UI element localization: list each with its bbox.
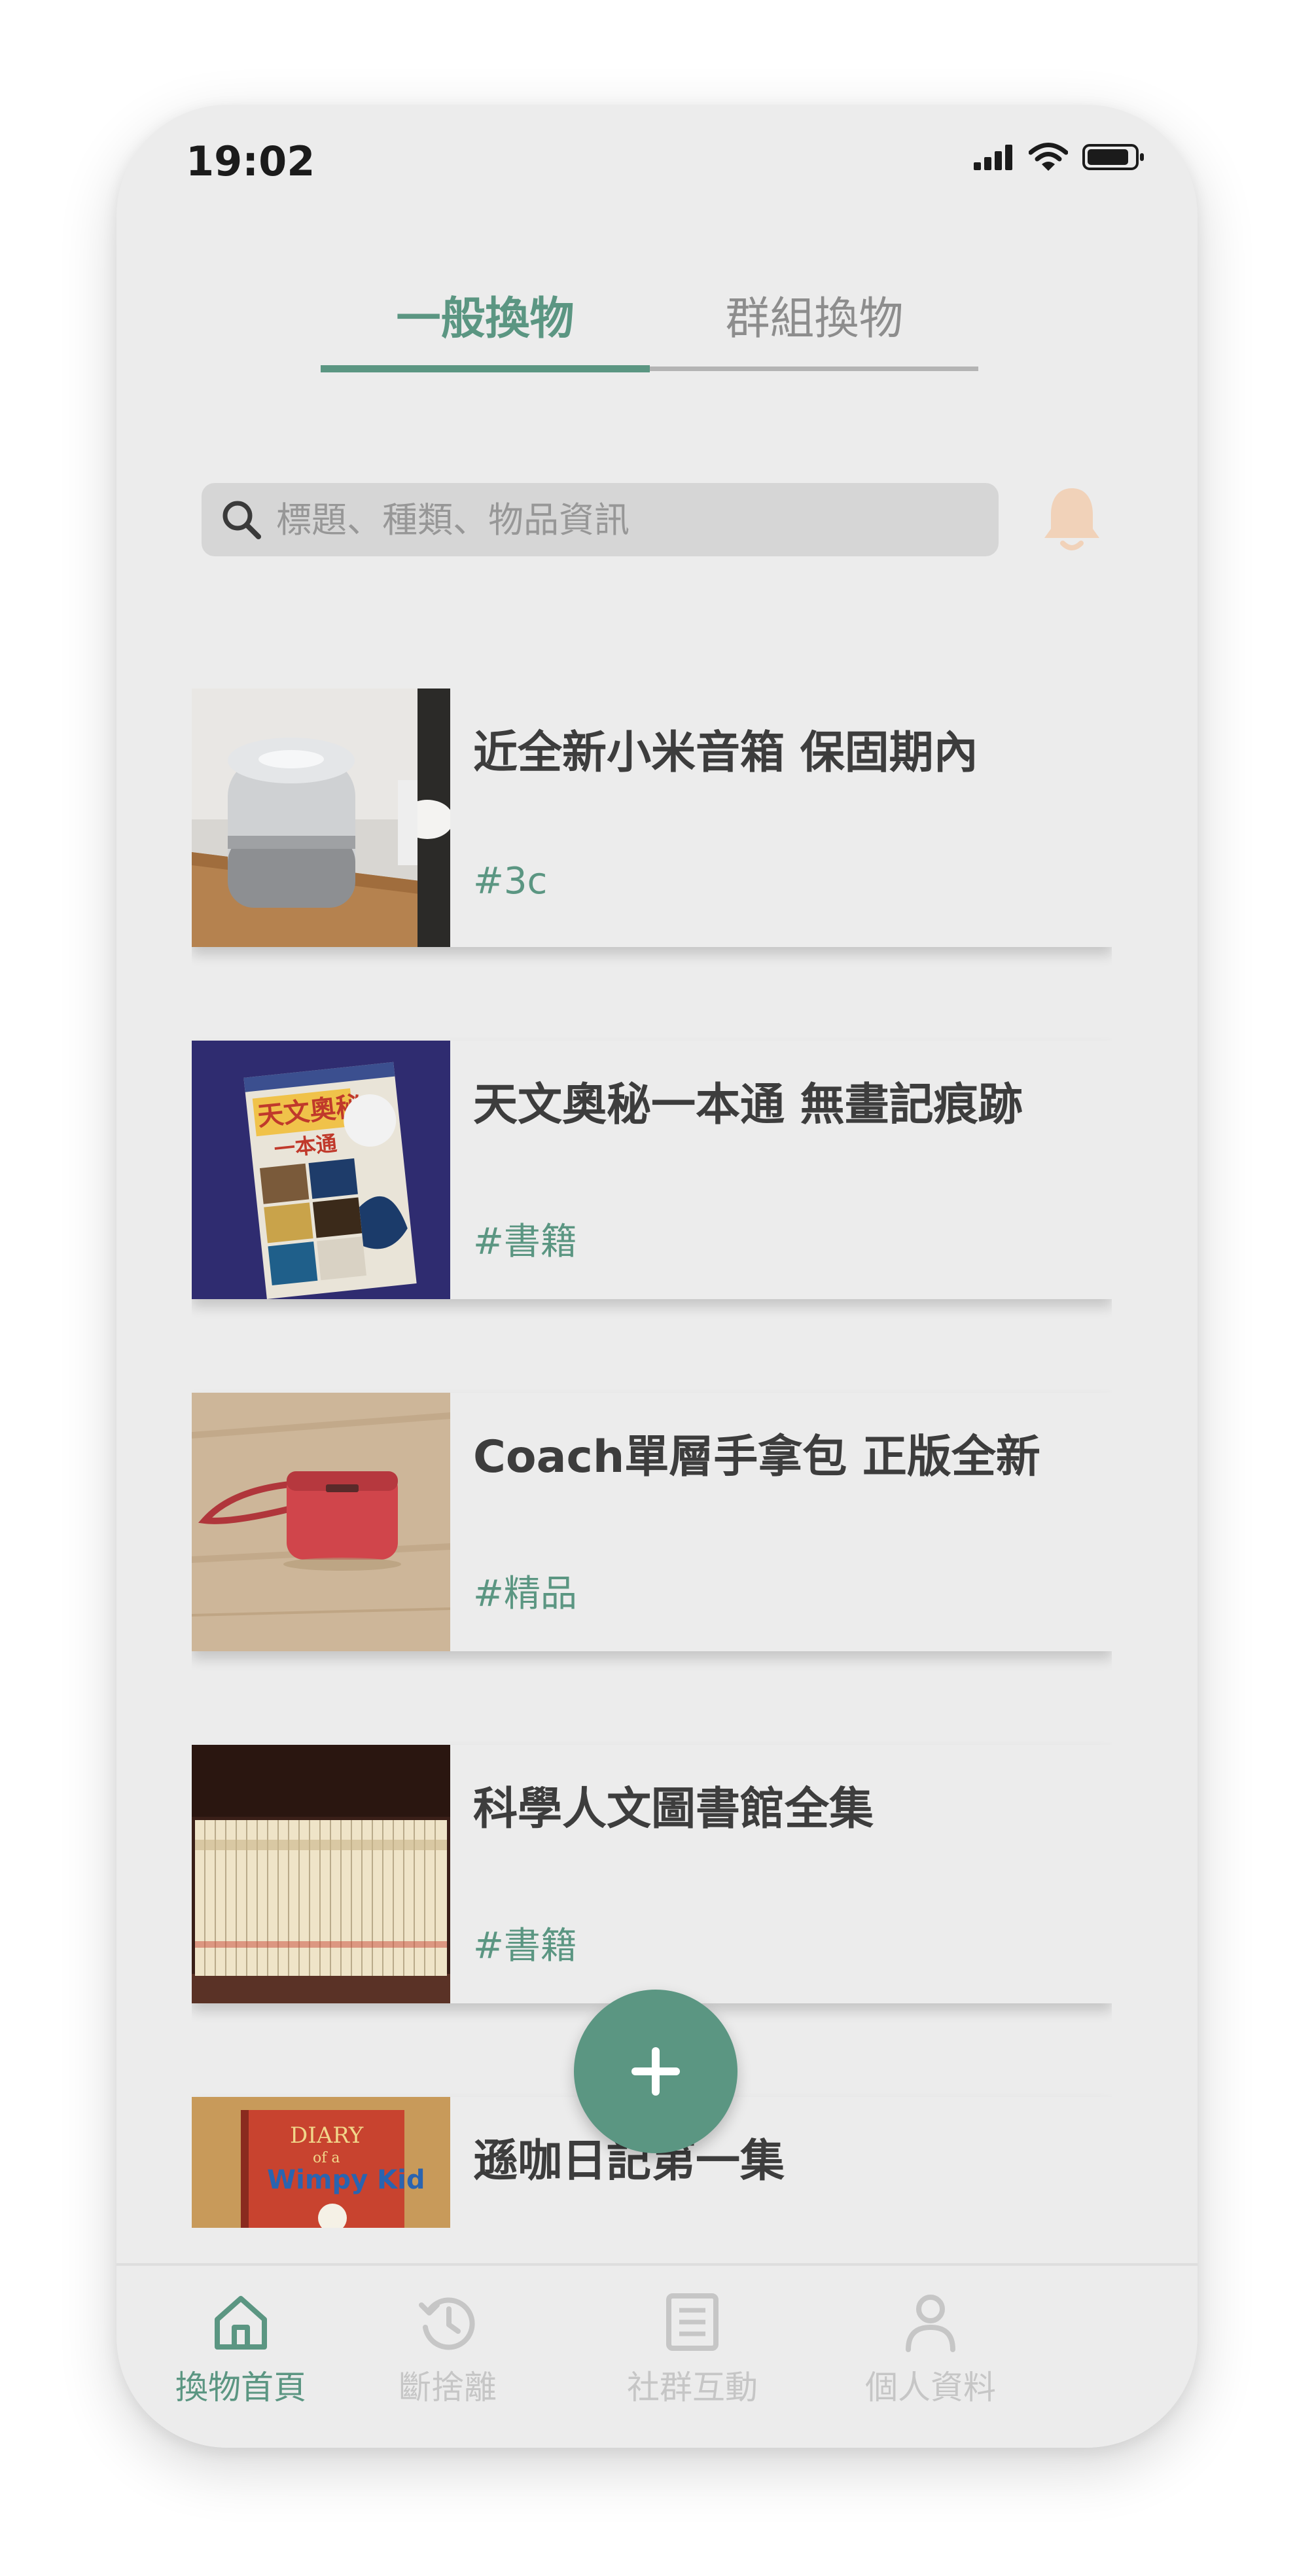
nav-home[interactable]: 換物首頁 bbox=[143, 2291, 339, 2408]
item-thumbnail-astronomy-book: 天文奧秘 一本通 bbox=[192, 1041, 450, 1299]
nav-declutter-label: 斷捨離 bbox=[399, 2369, 497, 2406]
document-icon bbox=[666, 2293, 719, 2351]
item-tag: #精品 bbox=[473, 1573, 577, 1615]
bottom-nav: 換物首頁 斷捨離 社群互動 個人資料 bbox=[116, 2263, 1198, 2448]
tab-group-exchange[interactable]: 群組換物 bbox=[650, 287, 979, 359]
item-title: 近全新小米音箱 保固期內 bbox=[473, 727, 978, 779]
item-card[interactable]: 近全新小米音箱 保固期內 #3c bbox=[192, 689, 1112, 947]
nav-profile[interactable]: 個人資料 bbox=[832, 2291, 1029, 2408]
book-cover-line3: Wimpy Kid bbox=[267, 2165, 425, 2195]
signal-icon bbox=[974, 145, 1012, 170]
tab-bar: 一般換物 群組換物 bbox=[321, 287, 978, 362]
status-time: 19:02 bbox=[186, 137, 315, 185]
phone-screen: 19:02 一般換物 群組換物 標題、種類、物品資訊 近全新小米音箱 保固期內 … bbox=[116, 105, 1198, 2448]
item-title: Coach單層手拿包 正版全新 bbox=[473, 1431, 1040, 1483]
nav-home-label: 換物首頁 bbox=[175, 2369, 306, 2406]
wifi-icon bbox=[1029, 143, 1068, 171]
item-card[interactable]: 天文奧秘 一本通 天文奧秘一本通 無畫記痕跡 #書籍 bbox=[192, 1041, 1112, 1299]
nav-profile-label: 個人資料 bbox=[865, 2369, 996, 2406]
bell-icon[interactable] bbox=[1038, 483, 1106, 555]
item-thumbnail-wimpy-kid: DIARY of a Wimpy Kid bbox=[192, 2097, 450, 2228]
plus-icon bbox=[631, 2047, 680, 2096]
item-thumbnail-book-set bbox=[192, 1745, 450, 2003]
item-title: 科學人文圖書館全集 bbox=[473, 1783, 874, 1835]
search-icon bbox=[222, 501, 261, 539]
status-icons bbox=[974, 143, 1145, 171]
person-icon bbox=[906, 2295, 955, 2352]
tab-general-exchange[interactable]: 一般換物 bbox=[321, 287, 650, 359]
tab-underline-active bbox=[321, 365, 650, 372]
book-cover-line1: DIARY bbox=[290, 2122, 364, 2149]
item-card[interactable]: 科學人文圖書館全集 #書籍 bbox=[192, 1745, 1112, 2003]
nav-community-label: 社群互動 bbox=[627, 2369, 758, 2406]
item-tag: #書籍 bbox=[473, 1925, 577, 1967]
add-item-button[interactable] bbox=[574, 1990, 737, 2153]
item-card[interactable]: Coach單層手拿包 正版全新 #精品 bbox=[192, 1393, 1112, 1651]
search-bar[interactable] bbox=[202, 483, 999, 556]
book-cover-line2: of a bbox=[313, 2150, 340, 2166]
item-thumbnail-coach-clutch bbox=[192, 1393, 450, 1651]
battery-icon bbox=[1082, 144, 1144, 170]
item-tag: #3c bbox=[473, 860, 548, 903]
nav-community[interactable]: 社群互動 bbox=[594, 2291, 790, 2408]
home-icon bbox=[215, 2296, 267, 2350]
item-tag: #書籍 bbox=[473, 1221, 577, 1263]
history-icon bbox=[419, 2297, 475, 2350]
search-input[interactable] bbox=[275, 498, 999, 541]
item-thumbnail-speaker bbox=[192, 689, 450, 947]
item-title: 天文奧秘一本通 無畫記痕跡 bbox=[473, 1079, 1023, 1131]
nav-declutter[interactable]: 斷捨離 bbox=[349, 2291, 546, 2408]
